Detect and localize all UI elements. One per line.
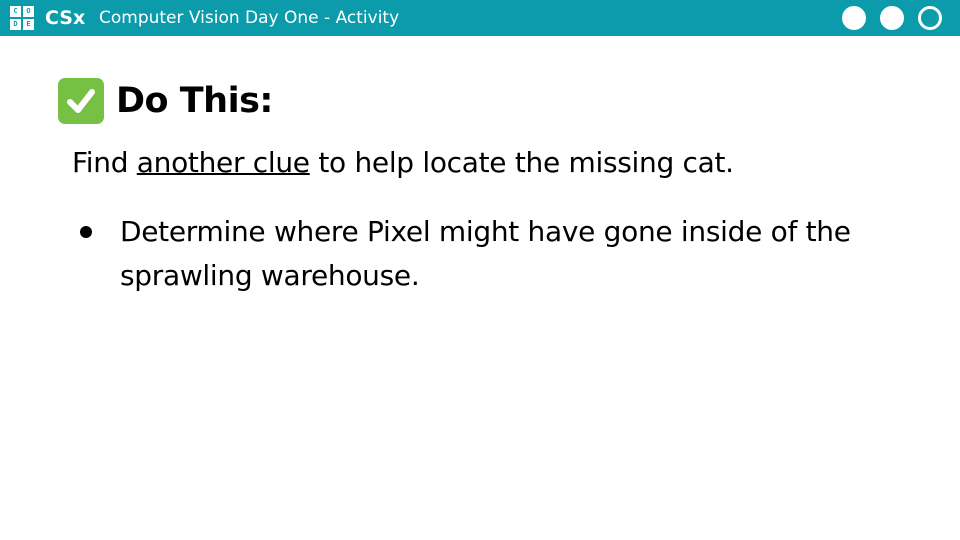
intro-start: Find [72,146,137,179]
logo-letter: E [23,19,34,30]
logo-letter: C [10,6,21,17]
progress-indicator [842,6,942,30]
bullet-list: Determine where Pixel might have gone in… [80,210,920,298]
header-bar: C O D E CSx Computer Vision Day One - Ac… [0,0,960,36]
lesson-title: Computer Vision Day One - Activity [99,8,400,28]
brand-name: CSx [45,7,86,29]
progress-dot-empty [918,6,942,30]
progress-dot-filled [842,6,866,30]
instruction-text: Find another clue to help locate the mis… [72,146,734,179]
code-logo-icon: C O D E [10,6,34,30]
logo-letter: D [10,19,21,30]
check-mark-button-icon [58,78,104,124]
bullet-text: Determine where Pixel might have gone in… [120,215,851,292]
progress-dot-filled [880,6,904,30]
bullet-dot [80,226,92,238]
logo-letter: O [23,6,34,17]
slide-heading: Do This: [58,78,273,124]
heading-text: Do This: [116,81,273,121]
list-item: Determine where Pixel might have gone in… [80,210,920,298]
intro-end: to help locate the missing cat. [309,146,734,179]
underlined-phrase: another clue [136,146,310,179]
